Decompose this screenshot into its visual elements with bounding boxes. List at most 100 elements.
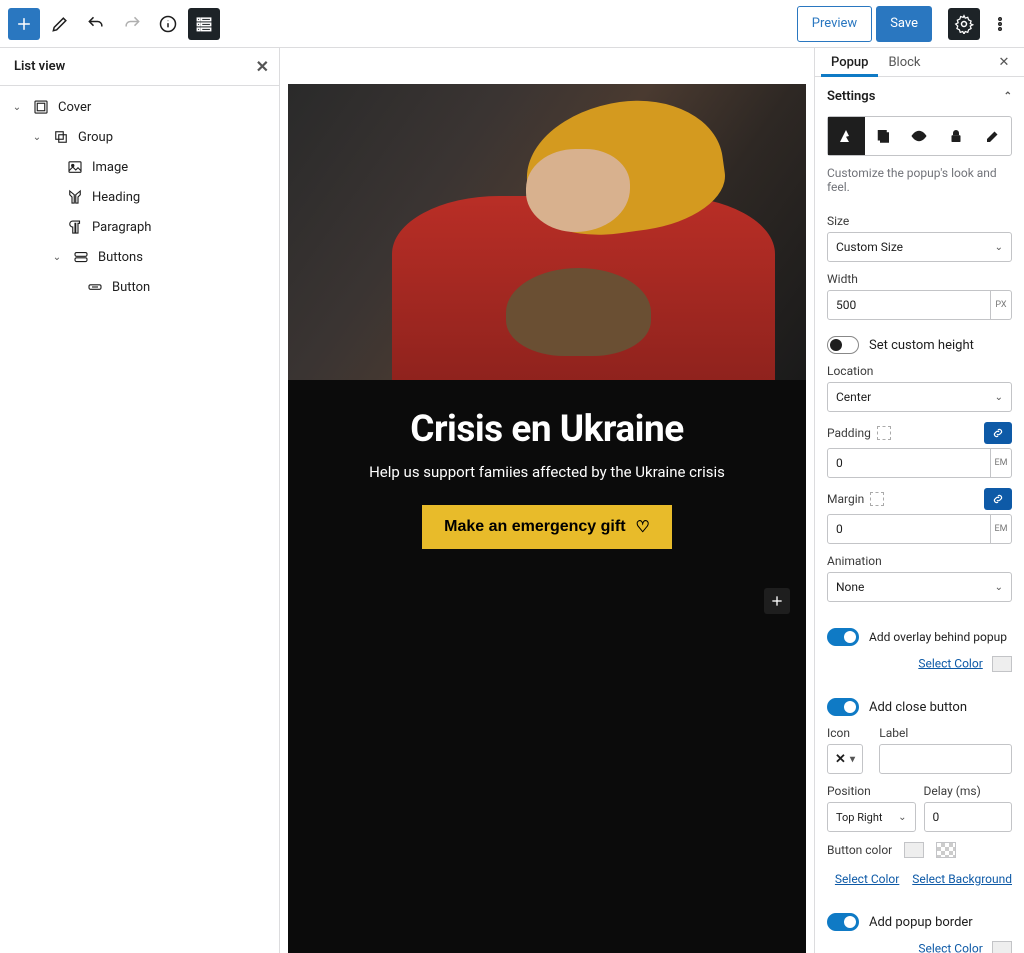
subtab-access[interactable] [938, 117, 975, 155]
inspector-panel: Popup Block ✕ Settings ⌃ Cust [814, 48, 1024, 953]
close-button-toggle[interactable] [827, 698, 859, 716]
color-swatch[interactable] [992, 941, 1012, 953]
chevron-down-icon[interactable]: ⌄ [10, 102, 24, 113]
delay-label: Delay (ms) [924, 784, 1013, 798]
animation-select[interactable]: None⌄ [827, 572, 1012, 602]
cover-heading[interactable]: Crisis en Ukraine [312, 408, 782, 451]
tree-label: Cover [58, 100, 273, 115]
cover-cta-button[interactable]: Make an emergency gift ♡ [422, 505, 672, 549]
cover-paragraph[interactable]: Help us support famiies affected by the … [312, 463, 782, 481]
subtab-advanced[interactable] [974, 117, 1011, 155]
location-select[interactable]: Center⌄ [827, 382, 1012, 412]
tree-label: Group [78, 130, 273, 145]
tree-item-paragraph[interactable]: Paragraph [6, 212, 273, 242]
custom-height-label: Set custom height [869, 338, 974, 353]
tree-label: Image [92, 160, 273, 175]
editor-toolbar: Preview Save [0, 0, 1024, 48]
undo-button[interactable] [80, 8, 112, 40]
label-field-label: Label [879, 726, 1012, 740]
buttons-block-icon [72, 248, 90, 266]
padding-label: Padding [827, 426, 871, 440]
chevron-down-icon[interactable]: ⌄ [50, 252, 64, 263]
tree-item-group[interactable]: ⌄ Group [6, 122, 273, 152]
box-model-icon [877, 426, 891, 440]
edit-mode-button[interactable] [44, 8, 76, 40]
settings-panel-header[interactable]: Settings ⌃ [815, 77, 1024, 116]
tree-label: Buttons [98, 250, 273, 265]
color-swatch[interactable] [992, 656, 1012, 672]
custom-height-toggle[interactable] [827, 336, 859, 354]
margin-unit[interactable]: EM [991, 514, 1012, 544]
padding-input[interactable]: 0 [827, 448, 991, 478]
list-view-panel: List view ✕ ⌄ Cover ⌄ Group Image Headin… [0, 48, 280, 953]
close-icon-select[interactable]: ✕ ▾ [827, 744, 863, 774]
chevron-up-icon: ⌃ [1004, 91, 1012, 102]
button-block-icon [86, 278, 104, 296]
link-sides-toggle[interactable] [984, 488, 1012, 510]
chevron-down-icon: ⌄ [995, 582, 1003, 593]
tab-popup[interactable]: Popup [821, 48, 878, 76]
delay-input[interactable]: 0 [924, 802, 1013, 832]
animation-label: Animation [827, 554, 1012, 568]
overlay-toggle[interactable] [827, 628, 859, 646]
width-input[interactable]: 500 [827, 290, 991, 320]
tree-item-buttons[interactable]: ⌄ Buttons [6, 242, 273, 272]
padding-unit[interactable]: EM [991, 448, 1012, 478]
button-select-background[interactable]: Select Background [912, 872, 1012, 886]
editor-canvas[interactable]: Crisis en Ukraine Help us support famiie… [280, 48, 814, 953]
location-label: Location [827, 364, 1012, 378]
chevron-down-icon[interactable]: ⌄ [30, 132, 44, 143]
tree-label: Paragraph [92, 220, 273, 235]
width-unit[interactable]: PX [991, 290, 1012, 320]
color-swatch[interactable] [904, 842, 924, 858]
link-sides-toggle[interactable] [984, 422, 1012, 444]
panel-hint: Customize the popup's look and feel. [815, 166, 1024, 204]
subtab-display[interactable] [865, 117, 902, 155]
button-label: Make an emergency gift [444, 518, 625, 536]
preview-button[interactable]: Preview [797, 6, 872, 42]
image-block-icon [66, 158, 84, 176]
heading-block-icon [66, 188, 84, 206]
cover-block[interactable]: Crisis en Ukraine Help us support famiie… [288, 84, 806, 953]
tree-item-heading[interactable]: Heading [6, 182, 273, 212]
tree-item-image[interactable]: Image [6, 152, 273, 182]
button-select-color[interactable]: Select Color [835, 872, 899, 886]
panel-title: Settings [827, 89, 875, 104]
subtab-appearance[interactable] [828, 117, 865, 155]
margin-input[interactable]: 0 [827, 514, 991, 544]
redo-button[interactable] [116, 8, 148, 40]
tree-label: Heading [92, 190, 273, 205]
size-select[interactable]: Custom Size⌄ [827, 232, 1012, 262]
close-icon[interactable]: ✕ [256, 57, 269, 76]
save-button[interactable]: Save [876, 6, 932, 42]
tree-item-button[interactable]: Button [6, 272, 273, 302]
close-icon[interactable]: ✕ [990, 48, 1018, 76]
list-view-toggle[interactable] [188, 8, 220, 40]
position-select[interactable]: Top Right⌄ [827, 802, 916, 832]
paragraph-block-icon [66, 218, 84, 236]
button-color-label: Button color [827, 842, 1012, 858]
heart-icon: ♡ [636, 517, 650, 537]
border-toggle[interactable] [827, 913, 859, 931]
tab-block[interactable]: Block [878, 48, 930, 76]
append-block-button[interactable] [764, 588, 790, 614]
tree-item-cover[interactable]: ⌄ Cover [6, 92, 273, 122]
border-select-color[interactable]: Select Color [918, 941, 982, 953]
chevron-down-icon: ⌄ [995, 392, 1003, 403]
cover-image[interactable] [288, 84, 806, 380]
icon-field-label: Icon [827, 726, 871, 740]
close-label-input[interactable] [879, 744, 1012, 774]
close-button-label: Add close button [869, 700, 967, 715]
subtab-visibility[interactable] [901, 117, 938, 155]
overlay-select-color[interactable]: Select Color [918, 656, 982, 670]
margin-label: Margin [827, 492, 864, 506]
info-button[interactable] [152, 8, 184, 40]
add-block-button[interactable] [8, 8, 40, 40]
chevron-down-icon: ▾ [850, 754, 855, 765]
size-label: Size [827, 214, 1012, 228]
group-block-icon [52, 128, 70, 146]
chevron-down-icon: ⌄ [995, 242, 1003, 253]
settings-button[interactable] [948, 8, 980, 40]
more-menu[interactable] [984, 8, 1016, 40]
color-swatch-transparent[interactable] [936, 842, 956, 858]
